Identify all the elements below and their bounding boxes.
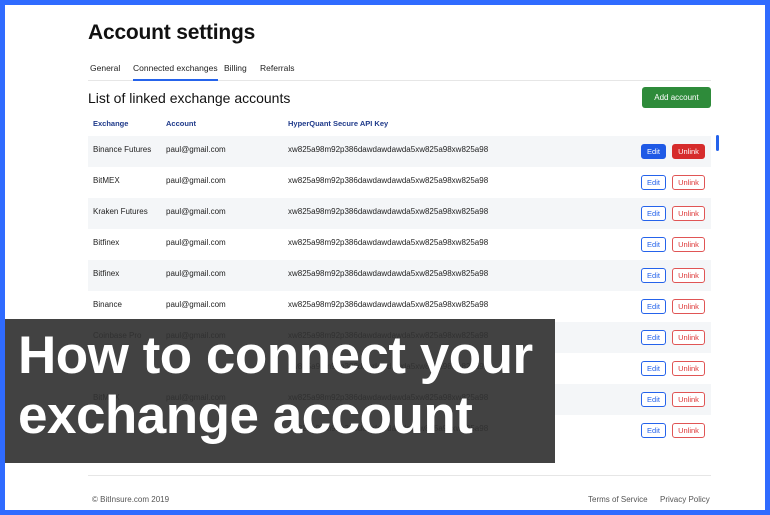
table-row: Bitfinex paul@gmail.com xw825a98m92p386daw… bbox=[88, 260, 711, 291]
footer: © BitInsure.com 2019 Terms of Service Pr… bbox=[88, 475, 711, 505]
edit-button[interactable]: Edit bbox=[641, 423, 666, 438]
edit-button[interactable]: Edit bbox=[641, 268, 666, 283]
edit-button[interactable]: Edit bbox=[641, 361, 666, 376]
unlink-button[interactable]: Unlink bbox=[672, 144, 705, 159]
cell-exchange: BitMEX bbox=[93, 176, 120, 185]
edit-button[interactable]: Edit bbox=[641, 392, 666, 407]
unlink-button[interactable]: Unlink bbox=[672, 299, 705, 314]
section-title: List of linked exchange accounts bbox=[88, 90, 291, 106]
tab-billing[interactable]: Billing bbox=[224, 63, 247, 81]
header-exchange: Exchange bbox=[93, 119, 129, 128]
table-row: Bitfinex paul@gmail.com xw825a98m92p386daw… bbox=[88, 229, 711, 260]
table-row: BitMEX paul@gmail.com xw825a98m92p386dawda… bbox=[88, 167, 711, 198]
cell-account: paul@gmail.com bbox=[166, 300, 226, 309]
cell-account: paul@gmail.com bbox=[166, 238, 226, 247]
tab-referrals[interactable]: Referrals bbox=[260, 63, 294, 81]
cell-exchange: Kraken Futures bbox=[93, 207, 148, 216]
terms-link[interactable]: Terms of Service bbox=[588, 495, 648, 504]
cell-api-key: xw825a98m92p386dawdawdawda5xw825a98xw825… bbox=[288, 145, 489, 154]
edit-button[interactable]: Edit bbox=[641, 206, 666, 221]
unlink-button[interactable]: Unlink bbox=[672, 175, 705, 190]
cell-api-key: xw825a98m92p386dawdawdawda5xw825a98xw825… bbox=[288, 207, 489, 216]
cell-api-key: xw825a98m92p386dawdawdawda5xw825a98xw825… bbox=[288, 269, 489, 278]
cell-account: paul@gmail.com bbox=[166, 269, 226, 278]
edit-button[interactable]: Edit bbox=[641, 144, 666, 159]
cell-api-key: xw825a98m92p386dawdawdawda5xw825a98xw825… bbox=[288, 176, 489, 185]
scrollbar[interactable] bbox=[716, 135, 719, 151]
cell-api-key: xw825a98m92p386dawdawdawda5xw825a98xw825… bbox=[288, 300, 489, 309]
unlink-button[interactable]: Unlink bbox=[672, 361, 705, 376]
cell-exchange: Binance bbox=[93, 300, 122, 309]
title-overlay: How to connect your exchange account bbox=[5, 319, 555, 463]
unlink-button[interactable]: Unlink bbox=[672, 268, 705, 283]
cell-account: paul@gmail.com bbox=[166, 207, 226, 216]
edit-button[interactable]: Edit bbox=[641, 299, 666, 314]
cell-exchange: Bitfinex bbox=[93, 269, 120, 278]
unlink-button[interactable]: Unlink bbox=[672, 237, 705, 252]
overlay-line-2: exchange account bbox=[18, 386, 473, 445]
unlink-button[interactable]: Unlink bbox=[672, 206, 705, 221]
cell-account: paul@gmail.com bbox=[166, 176, 226, 185]
unlink-button[interactable]: Unlink bbox=[672, 392, 705, 407]
tab-general[interactable]: General bbox=[90, 63, 120, 81]
overlay-line-1: How to connect your bbox=[18, 326, 533, 385]
app-window: Account settings General Connected excha… bbox=[5, 5, 765, 510]
unlink-button[interactable]: Unlink bbox=[672, 423, 705, 438]
edit-button[interactable]: Edit bbox=[641, 330, 666, 345]
settings-tabs: General Connected exchanges Billing Refe… bbox=[88, 57, 711, 81]
privacy-link[interactable]: Privacy Policy bbox=[660, 495, 710, 504]
table-header: Exchange Account HyperQuant Secure API K… bbox=[88, 117, 711, 135]
cell-exchange: Binance Futures bbox=[93, 145, 152, 154]
unlink-button[interactable]: Unlink bbox=[672, 330, 705, 345]
cell-api-key: xw825a98m92p386dawdawdawda5xw825a98xw825… bbox=[288, 238, 489, 247]
edit-button[interactable]: Edit bbox=[641, 175, 666, 190]
header-account: Account bbox=[166, 119, 196, 128]
add-account-button[interactable]: Add account bbox=[642, 87, 711, 108]
header-api-key: HyperQuant Secure API Key bbox=[288, 119, 389, 128]
tab-connected-exchanges[interactable]: Connected exchanges bbox=[133, 63, 218, 81]
cell-account: paul@gmail.com bbox=[166, 145, 226, 154]
edit-button[interactable]: Edit bbox=[641, 237, 666, 252]
cell-exchange: Bitfinex bbox=[93, 238, 120, 247]
copyright: © BitInsure.com 2019 bbox=[92, 495, 170, 504]
page-title: Account settings bbox=[88, 21, 256, 44]
table-row: Binance paul@gmail.com xw825a98m92p386dawd… bbox=[88, 291, 711, 322]
table-row: Kraken Futures paul@gmail.com xw825a98m92p… bbox=[88, 198, 711, 229]
table-row: Binance Futures paul@gmail.com xw825a98m92… bbox=[88, 136, 711, 167]
